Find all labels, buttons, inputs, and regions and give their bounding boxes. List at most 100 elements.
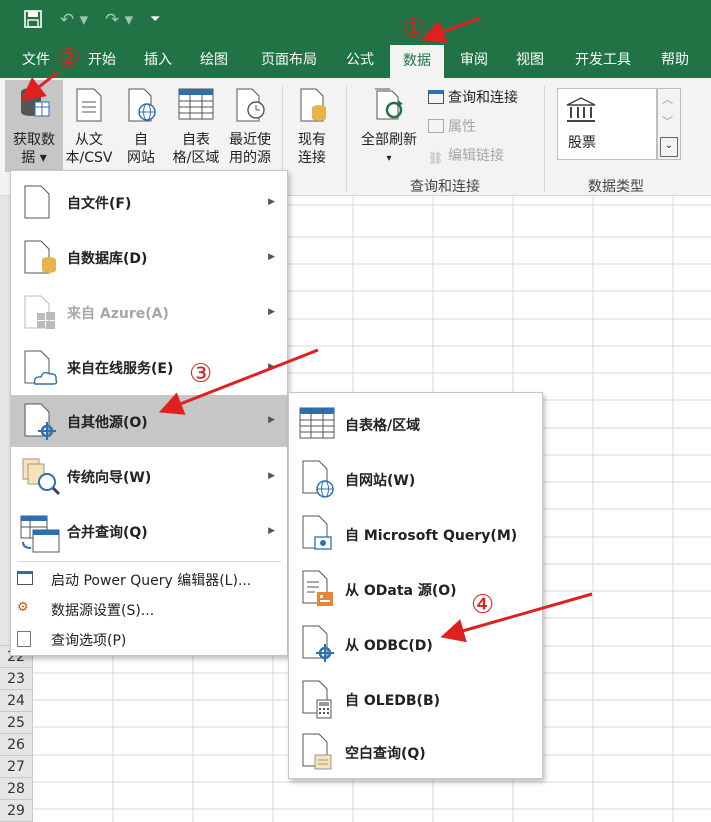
database-icon xyxy=(19,86,51,125)
datatype-scroller[interactable]: ︿ ﹀ ⌄ xyxy=(657,88,681,160)
redo-icon[interactable]: ↷ ▾ xyxy=(105,10,133,30)
row-header[interactable]: 27 xyxy=(0,756,33,778)
scroll-down-icon[interactable]: ﹀ xyxy=(662,113,673,129)
row-header[interactable]: 26 xyxy=(0,734,33,756)
menu-item-from-odata[interactable]: 从 OData 源(O) xyxy=(289,562,542,617)
divider xyxy=(346,86,347,192)
menu-item-from-file[interactable]: 自文件(F) ▶ xyxy=(11,175,287,230)
submenu-arrow-icon: ▶ xyxy=(268,471,275,481)
tab-developer[interactable]: 开发工具 xyxy=(566,42,640,78)
menu-item-data-source-settings[interactable]: ⚙ 数据源设置(S)... xyxy=(11,595,287,623)
group-label-datatypes: 数据类型 xyxy=(588,179,644,195)
recent-sources-label: 最近使 xyxy=(229,132,271,148)
from-table-label: 自表 xyxy=(182,132,210,148)
menu-item-from-database[interactable]: 自数据库(D) ▶ xyxy=(11,230,287,285)
submenu-arrow-icon: ▶ xyxy=(268,526,275,536)
row-header[interactable]: 24 xyxy=(0,690,33,712)
refresh-icon xyxy=(374,88,406,127)
tab-view[interactable]: 视图 xyxy=(506,42,554,78)
globe-icon xyxy=(302,460,334,498)
globe-icon xyxy=(128,88,156,127)
table-icon xyxy=(178,88,214,125)
get-data-label: 获取数 xyxy=(13,132,55,148)
oledb-icon xyxy=(302,680,332,719)
submenu-arrow-icon: ▶ xyxy=(268,362,275,372)
customize-icon[interactable]: ⏷ xyxy=(150,10,160,30)
annotation-2: ② xyxy=(57,44,81,74)
menu-item-blank-query[interactable]: 空白查询(Q) xyxy=(289,727,542,777)
odbc-connector-icon xyxy=(302,625,334,662)
refresh-all-dropdown: ▾ xyxy=(386,153,392,164)
edit-links-button[interactable]: ⛓ 编辑链接 xyxy=(428,146,504,166)
properties-button[interactable]: 属性 xyxy=(428,117,476,137)
connector-file-icon xyxy=(24,403,56,440)
from-text-label: 从文 xyxy=(75,132,103,148)
menu-item-from-online-services[interactable]: 来自在线服务(E) ▶ xyxy=(11,340,287,395)
menu-item-combine-queries[interactable]: 合并查询(Q) ▶ xyxy=(11,504,287,559)
undo-icon[interactable]: ↶ ▾ xyxy=(60,10,88,30)
tab-draw[interactable]: 绘图 xyxy=(190,42,238,78)
existing-connections-button[interactable]: 现有 连接 xyxy=(288,80,336,172)
submenu-arrow-icon: ▶ xyxy=(268,415,275,425)
submenu-arrow-icon: ▶ xyxy=(268,307,275,317)
recent-sources-button[interactable]: 最近使 用的源 xyxy=(224,80,276,172)
tab-review[interactable]: 审阅 xyxy=(450,42,498,78)
tab-page-layout[interactable]: 页面布局 xyxy=(250,42,328,78)
menu-item-from-microsoft-query[interactable]: 自 Microsoft Query(M) xyxy=(289,507,542,562)
menu-item-from-oledb[interactable]: 自 OLEDB(B) xyxy=(289,672,542,727)
cloud-icon xyxy=(24,350,58,385)
other-sources-submenu: 自表格/区域 自网站(W) 自 Microsoft Query(M) 从 ODa… xyxy=(288,392,543,779)
expand-gallery-icon[interactable]: ⌄ xyxy=(660,137,678,157)
stocks-label: 股票 xyxy=(568,135,596,151)
blank-query-icon xyxy=(302,733,332,770)
queries-icon xyxy=(428,90,444,104)
divider xyxy=(544,86,545,192)
tab-home[interactable]: 开始 xyxy=(78,42,126,78)
ms-query-icon xyxy=(302,515,332,550)
menu-item-launch-power-query[interactable]: 启动 Power Query 编辑器(L)... xyxy=(11,565,287,593)
menu-item-from-azure[interactable]: 来自 Azure(A) ▶ xyxy=(11,285,287,340)
refresh-all-button[interactable]: 全部刷新 ▾ xyxy=(356,80,422,172)
clock-file-icon xyxy=(236,88,266,127)
divider xyxy=(282,86,283,170)
database-file-icon xyxy=(24,240,56,274)
row-header[interactable]: 23 xyxy=(0,668,33,690)
ribbon-tabs: 文件 开始 插入 绘图 页面布局 公式 数据 审阅 视图 开发工具 帮助 xyxy=(0,42,711,78)
settings-gear-icon: ⚙ xyxy=(17,600,29,615)
menu-item-from-odbc[interactable]: 从 ODBC(D) xyxy=(289,617,542,672)
from-text-label-2: 本/CSV xyxy=(65,150,113,166)
stocks-datatype-button[interactable]: 股票 xyxy=(557,88,657,160)
queries-connections-button[interactable]: 查询和连接 xyxy=(428,88,518,108)
menu-item-from-web[interactable]: 自网站(W) xyxy=(289,452,542,507)
menu-item-query-options[interactable]: 查询选项(P) xyxy=(11,625,287,653)
from-web-button[interactable]: 自 网站 xyxy=(118,80,164,172)
save-icon[interactable] xyxy=(24,10,42,33)
get-data-menu: 自文件(F) ▶ 自数据库(D) ▶ 来自 Azure(A) ▶ 来自在线服务(… xyxy=(10,170,288,656)
tab-formulas[interactable]: 公式 xyxy=(336,42,384,78)
row-header[interactable]: 25 xyxy=(0,712,33,734)
menu-item-from-other-sources[interactable]: 自其他源(O) ▶ xyxy=(11,395,287,447)
annotation-4: ④ xyxy=(471,590,495,620)
properties-icon xyxy=(428,119,444,133)
from-table-label-2: 格/区域 xyxy=(172,150,220,166)
query-options-icon xyxy=(17,631,31,647)
scroll-up-icon[interactable]: ︿ xyxy=(662,91,673,107)
tab-file[interactable]: 文件 xyxy=(12,42,60,78)
windows-icon xyxy=(24,295,55,329)
wizard-search-icon xyxy=(22,458,61,496)
menu-item-legacy-wizards[interactable]: 传统向导(W) ▶ xyxy=(11,447,287,504)
tab-insert[interactable]: 插入 xyxy=(134,42,182,78)
existing-conn-label-2: 连接 xyxy=(298,150,326,166)
row-header[interactable]: 29 xyxy=(0,800,33,822)
quick-access-toolbar: ↶ ▾ ↷ ▾ ⏷ xyxy=(0,0,711,42)
file-icon xyxy=(24,185,50,219)
from-text-csv-button[interactable]: 从文 本/CSV xyxy=(64,80,114,172)
tab-data[interactable]: 数据 xyxy=(390,45,444,78)
get-data-button[interactable]: 获取数 据 ▾ xyxy=(5,80,63,172)
menu-item-from-table-range[interactable]: 自表格/区域 xyxy=(289,397,542,452)
row-header[interactable]: 28 xyxy=(0,778,33,800)
tab-help[interactable]: 帮助 xyxy=(650,42,700,78)
from-web-label-2: 网站 xyxy=(127,150,155,166)
from-table-range-button[interactable]: 自表 格/区域 xyxy=(168,80,224,172)
existing-conn-label: 现有 xyxy=(298,132,326,148)
